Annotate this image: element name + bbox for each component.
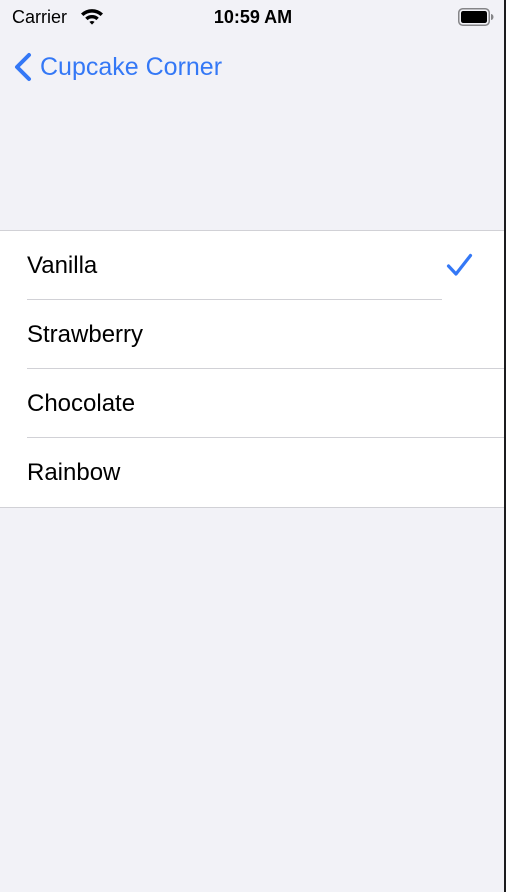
status-bar: Carrier 10:59 AM [0, 0, 506, 34]
flavor-label: Vanilla [27, 252, 98, 279]
flavor-label: Rainbow [27, 459, 121, 486]
back-button-label: Cupcake Corner [40, 53, 223, 81]
checkmark-icon [446, 253, 473, 276]
flavor-row-rainbow[interactable]: Rainbow [0, 438, 506, 507]
flavor-list: Vanilla Strawberry Chocolate Rainbow [0, 230, 506, 508]
flavor-label: Chocolate [27, 390, 136, 417]
flavor-row-chocolate[interactable]: Chocolate [0, 369, 506, 438]
clock-time: 10:59 AM [213, 7, 293, 27]
flavor-label: Strawberry [27, 321, 144, 348]
back-button[interactable]: Cupcake Corner [12, 50, 222, 84]
flavor-row-strawberry[interactable]: Strawberry [0, 300, 506, 369]
navigation-bar: Cupcake Corner [0, 44, 506, 90]
chevron-left-icon [15, 53, 31, 81]
flavor-row-vanilla[interactable]: Vanilla [0, 231, 506, 300]
battery-icon [458, 8, 494, 26]
